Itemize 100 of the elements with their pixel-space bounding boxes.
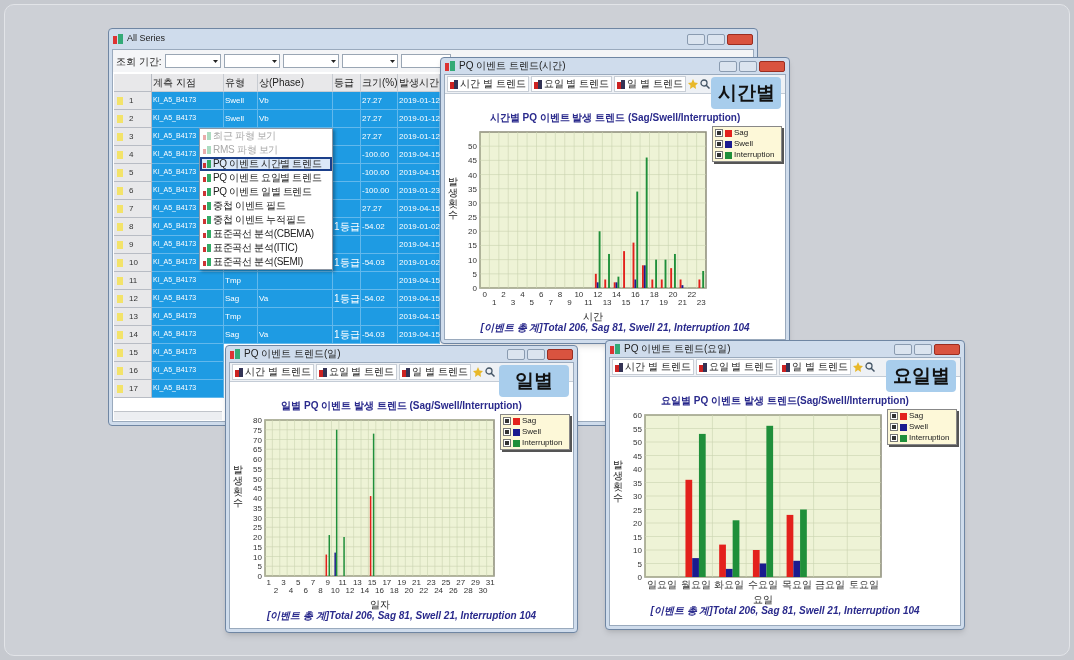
x-tick-label: 11 — [338, 578, 347, 587]
window-title: PQ 이벤트 트렌드(시간) — [459, 61, 566, 71]
legend-label: Interruption — [909, 433, 950, 443]
y-tick-label: 20 — [253, 533, 262, 542]
y-tick-label: 45 — [468, 156, 477, 166]
table-cell: Tmp — [225, 310, 241, 323]
y-tick-label: 50 — [253, 474, 262, 484]
x-tick-label: 7 — [310, 578, 316, 587]
x-tick-label: 화요일 — [714, 579, 745, 590]
y-tick-label: 35 — [253, 503, 262, 513]
x-tick-label: 16 — [630, 290, 640, 299]
y-tick-label: 60 — [633, 411, 642, 420]
y-tick-label: 5 — [257, 562, 262, 572]
y-tick-label: 50 — [468, 142, 477, 152]
table-cell: -54.02 — [362, 292, 385, 305]
table-cell: Va — [259, 328, 269, 341]
table-cell-text: 1등급 — [334, 220, 360, 234]
table-cell: 2019-01-02 — [399, 256, 440, 269]
x-tick-label: 11 — [584, 298, 593, 307]
x-tick-label: 수요일 — [748, 579, 778, 590]
table-cell: 2019-04-15 — [399, 202, 440, 215]
x-axis-title: 일자 — [369, 599, 390, 610]
chart-footer: [이벤트 총 계]Total 206, Sag 81, Swell 21, Interruption 104 — [650, 605, 920, 617]
legend-label: Sag — [734, 128, 749, 138]
y-tick-label: 10 — [468, 255, 477, 265]
table-cell: 27.27 — [362, 94, 383, 107]
x-tick-label: 30 — [478, 586, 488, 595]
table-cell: 27.27 — [362, 202, 383, 215]
x-tick-label: 13 — [602, 298, 612, 307]
table-cell: -100.00 — [362, 148, 390, 161]
y-tick-label: 0 — [637, 573, 642, 582]
x-tick-label: 29 — [471, 578, 480, 587]
table-cell: Swell — [225, 94, 245, 107]
x-tick-label: 17 — [382, 578, 392, 587]
x-tick-label: 0 — [482, 290, 487, 299]
y-tick-label: 75 — [253, 425, 262, 435]
table-cell: 2019-01-12 — [399, 112, 440, 125]
y-tick-label: 5 — [472, 269, 477, 279]
legend-label: Sag — [909, 411, 924, 421]
x-tick-label: 1 — [491, 298, 497, 307]
table-cell: Sag — [225, 292, 240, 305]
table-cell: -54.02 — [362, 220, 385, 233]
x-tick-label: 25 — [441, 578, 451, 587]
x-tick-label: 20 — [404, 586, 414, 595]
y-tick-label: 65 — [253, 445, 262, 455]
x-tick-label: 22 — [419, 586, 429, 595]
y-tick-label: 5 — [637, 559, 642, 569]
x-tick-label: 8 — [318, 586, 323, 595]
x-tick-label: 18 — [389, 586, 399, 595]
table-cell: 2019-04-15 — [399, 148, 440, 161]
table-cell: -54.03 — [362, 328, 385, 341]
legend-label: Sag — [522, 416, 537, 426]
x-tick-label: 28 — [463, 586, 473, 595]
table-cell: Va — [259, 292, 269, 305]
y-tick-label: 45 — [253, 484, 262, 494]
x-tick-label: 31 — [485, 578, 495, 587]
table-cell: -54.03 — [362, 256, 385, 269]
x-tick-label: 23 — [426, 578, 436, 587]
table-cell: 2019-01-12 — [399, 130, 440, 143]
x-tick-label: 21 — [412, 578, 421, 587]
y-tick-label: 0 — [472, 284, 477, 293]
x-tick-label: 2 — [273, 586, 279, 595]
table-cell: -100.00 — [362, 184, 390, 197]
y-tick-label: 40 — [468, 170, 477, 180]
x-tick-label: 15 — [621, 298, 631, 307]
legend-label: Swell — [909, 422, 929, 432]
y-tick-label: 45 — [633, 451, 642, 461]
x-tick-label: 토요일 — [849, 579, 880, 590]
x-tick-label: 7 — [548, 298, 553, 307]
x-tick-label: 18 — [649, 290, 659, 299]
x-tick-label: 5 — [529, 298, 534, 307]
x-tick-label: 일요일 — [646, 579, 677, 590]
table-cell: -100.00 — [362, 166, 390, 179]
table-cell-text: 1등급 — [334, 292, 360, 306]
view-badge: 일별 — [499, 365, 569, 397]
x-tick-label: 13 — [352, 578, 362, 587]
x-tick-label: 금요일 — [815, 579, 846, 590]
x-tick-label: 9 — [325, 578, 330, 587]
x-tick-label: 8 — [557, 290, 563, 299]
x-tick-label: 10 — [330, 586, 340, 595]
legend-label: Swell — [734, 139, 754, 149]
x-tick-label: 21 — [678, 298, 687, 307]
chart-footer: [이벤트 총 계]Total 206, Sag 81, Swell 21, Interruption 104 — [266, 610, 537, 622]
x-tick-label: 19 — [659, 298, 669, 307]
x-tick-label: 23 — [696, 298, 706, 307]
y-tick-label: 80 — [253, 416, 262, 425]
x-tick-label: 1 — [266, 578, 271, 587]
y-tick-label: 40 — [253, 494, 262, 503]
y-axis-title: 발생 횟수 — [233, 464, 243, 508]
x-tick-label: 3 — [510, 298, 516, 307]
y-tick-label: 0 — [257, 572, 262, 581]
y-tick-label: 25 — [253, 523, 262, 533]
y-tick-label: 70 — [253, 435, 262, 445]
x-tick-label: 4 — [288, 586, 294, 595]
x-tick-label: 3 — [281, 578, 286, 587]
x-tick-label: 월요일 — [680, 579, 711, 590]
table-cell: 2019-04-15 — [399, 328, 440, 341]
x-tick-label: 5 — [296, 578, 301, 587]
x-tick-label: 20 — [668, 290, 678, 299]
y-tick-label: 35 — [468, 184, 477, 194]
